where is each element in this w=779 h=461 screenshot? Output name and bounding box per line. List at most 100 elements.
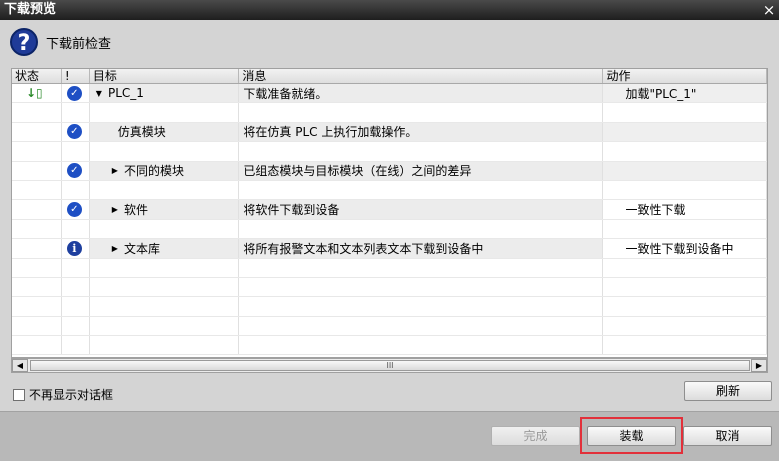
preview-table: 状态 ! 目标 消息 动作 ↓▯ ✓ ▼ PLC_1 下载准备就绪。 加载"PLC_1" ✓… bbox=[11, 68, 768, 358]
table-cell bbox=[239, 258, 604, 277]
action-cell[interactable] bbox=[603, 161, 767, 180]
table-cell bbox=[62, 297, 90, 316]
target-cell[interactable]: ▶ 不同的模块 bbox=[89, 161, 240, 180]
check-icon: ✓ bbox=[66, 163, 82, 179]
table-cell bbox=[603, 297, 767, 316]
table-cell bbox=[603, 219, 767, 239]
expand-icon[interactable]: ▶ bbox=[112, 166, 118, 175]
table-row-empty bbox=[12, 180, 767, 201]
scroll-left-icon[interactable]: ◀ bbox=[12, 359, 28, 372]
action-label: 一致性下载 bbox=[625, 203, 686, 218]
table-cell bbox=[62, 103, 90, 122]
message-cell: 将软件下载到设备 bbox=[239, 200, 604, 219]
expand-icon[interactable]: ▶ bbox=[112, 244, 118, 253]
table-row-empty bbox=[12, 142, 767, 162]
table-row-empty bbox=[12, 316, 767, 337]
close-icon[interactable]: × bbox=[759, 0, 779, 20]
table-row[interactable]: ✓ 仿真模块 将在仿真 PLC 上执行加载操作。 bbox=[12, 122, 767, 143]
target-label: 不同的模块 bbox=[123, 164, 184, 179]
download-preview-dialog: ? 下载前检查 状态 ! 目标 消息 动作 ↓▯ ✓ ▼ PLC_1 下载准备就绪。 加载… bbox=[0, 20, 779, 461]
target-cell[interactable]: 仿真模块 bbox=[89, 122, 240, 142]
no-show-checkbox[interactable] bbox=[13, 388, 25, 401]
target-cell[interactable]: ▶ 软件 bbox=[89, 200, 240, 219]
column-alert[interactable]: ! bbox=[62, 69, 90, 83]
table-cell bbox=[90, 180, 240, 200]
column-status[interactable]: 状态 bbox=[12, 69, 62, 83]
message-label: 下载准备就绪。 bbox=[243, 86, 328, 101]
table-row[interactable]: ↓▯ ✓ ▼ PLC_1 下载准备就绪。 加载"PLC_1" bbox=[12, 84, 767, 104]
table-cell bbox=[239, 277, 604, 297]
table-cell bbox=[90, 277, 240, 297]
action-label: 一致性下载到设备中 bbox=[625, 241, 734, 256]
status-cell: ↓▯ bbox=[12, 84, 62, 103]
table-row[interactable]: ✓ ▶ 软件 将软件下载到设备 一致性下载 bbox=[12, 200, 767, 220]
table-cell bbox=[12, 258, 62, 277]
target-cell[interactable]: ▼ PLC_1 bbox=[89, 84, 240, 103]
table-cell bbox=[603, 103, 767, 122]
check-icon: ✓ bbox=[66, 202, 82, 218]
window-title: 下载预览 bbox=[4, 2, 57, 17]
horizontal-scrollbar[interactable]: ◀ III ▶ bbox=[11, 358, 768, 373]
message-cell: 已组态模块与目标模块（在线）之间的差异 bbox=[239, 161, 604, 180]
dialog-header: ? 下载前检查 bbox=[10, 27, 111, 57]
alert-cell: ✓ bbox=[62, 84, 90, 103]
table-cell bbox=[62, 180, 90, 200]
action-cell[interactable]: 一致性下载到设备中 bbox=[603, 239, 767, 258]
table-cell bbox=[90, 258, 240, 277]
table-cell bbox=[62, 258, 90, 277]
table-cell bbox=[90, 297, 240, 316]
table-cell bbox=[239, 142, 604, 161]
no-show-option[interactable]: 不再显示对话框 bbox=[13, 386, 113, 403]
scroll-right-icon[interactable]: ▶ bbox=[751, 359, 767, 372]
info-icon: i bbox=[66, 240, 82, 256]
table-row-empty bbox=[12, 219, 767, 240]
status-cell bbox=[12, 239, 62, 258]
table-cell bbox=[12, 297, 62, 316]
action-cell[interactable]: 一致性下载 bbox=[603, 200, 767, 219]
table-cell bbox=[12, 336, 62, 355]
table-cell bbox=[90, 142, 240, 161]
table-cell bbox=[603, 142, 767, 161]
target-label: 文本库 bbox=[123, 241, 160, 256]
message-label: 将所有报警文本和文本列表文本下载到设备中 bbox=[243, 241, 484, 256]
message-cell: 将在仿真 PLC 上执行加载操作。 bbox=[239, 122, 604, 142]
table-cell bbox=[62, 277, 90, 297]
alert-cell: ✓ bbox=[62, 200, 90, 219]
action-cell[interactable]: 加载"PLC_1" bbox=[603, 84, 767, 103]
table-cell bbox=[12, 103, 62, 122]
table-cell bbox=[90, 103, 240, 122]
target-label: PLC_1 bbox=[107, 86, 144, 101]
target-cell[interactable]: ▶ 文本库 bbox=[89, 239, 240, 258]
table-body: ↓▯ ✓ ▼ PLC_1 下载准备就绪。 加载"PLC_1" ✓ 仿真模块 将在仿真 PLC 上… bbox=[12, 84, 767, 356]
action-cell[interactable] bbox=[603, 122, 767, 142]
cancel-button[interactable]: 取消 bbox=[683, 426, 772, 446]
table-row-empty bbox=[12, 103, 767, 123]
table-row[interactable]: ✓ ▶ 不同的模块 已组态模块与目标模块（在线）之间的差异 bbox=[12, 161, 767, 181]
table-cell bbox=[239, 297, 604, 316]
table-cell bbox=[12, 316, 62, 336]
message-cell: 下载准备就绪。 bbox=[239, 84, 604, 103]
action-label: 加载"PLC_1" bbox=[625, 86, 697, 101]
question-icon: ? bbox=[10, 28, 38, 56]
column-action[interactable]: 动作 bbox=[603, 69, 767, 83]
refresh-button[interactable]: 刷新 bbox=[684, 381, 772, 401]
expand-icon[interactable]: ▶ bbox=[112, 205, 118, 214]
scroll-thumb[interactable]: III bbox=[30, 360, 750, 371]
table-cell bbox=[12, 142, 62, 161]
table-header: 状态 ! 目标 消息 动作 bbox=[12, 69, 767, 84]
table-cell bbox=[62, 336, 90, 355]
collapse-icon[interactable]: ▼ bbox=[96, 89, 102, 98]
table-cell bbox=[90, 336, 240, 355]
table-cell bbox=[239, 180, 604, 200]
alert-cell: i bbox=[62, 239, 90, 258]
table-cell bbox=[603, 336, 767, 355]
message-label: 将软件下载到设备 bbox=[243, 203, 340, 218]
finish-button[interactable]: 完成 bbox=[491, 426, 580, 446]
column-target[interactable]: 目标 bbox=[90, 69, 240, 83]
table-cell bbox=[90, 219, 240, 239]
table-row[interactable]: i ▶ 文本库 将所有报警文本和文本列表文本下载到设备中 一致性下载到设备中 bbox=[12, 239, 767, 259]
column-message[interactable]: 消息 bbox=[239, 69, 604, 83]
table-cell bbox=[603, 277, 767, 297]
status-cell bbox=[12, 122, 62, 142]
table-row-empty bbox=[12, 258, 767, 278]
